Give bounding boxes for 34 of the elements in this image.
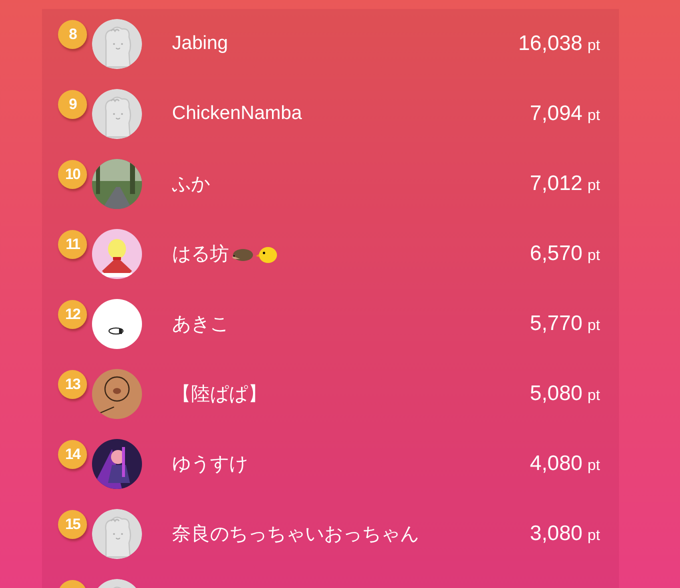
point-unit: pt [587,387,600,404]
point-unit: pt [587,107,600,124]
point-unit: pt [587,527,600,544]
hedgehog-icon [230,246,254,262]
point-value: 5,770 [530,312,582,336]
user-name: Jabing [172,33,228,55]
point-unit: pt [587,247,600,264]
point-unit: pt [587,457,600,474]
point-unit: pt [587,317,600,334]
user-name: ゆうすけ [172,453,248,477]
point-value: 7,012 [530,172,582,196]
user-name: 奈良のちっちゃいおっちゃん [172,523,419,547]
point-value: 5,080 [530,382,582,406]
user-name: あきこ [172,313,229,337]
user-name: はる坊 [172,243,229,267]
rank-badge: 9 [58,90,87,119]
point-value: 7,094 [530,102,582,126]
point-value: 4,080 [530,452,582,476]
point-value: 3,080 [530,522,582,546]
rank-badge: 10 [58,160,87,189]
rank-badge: 11 [58,230,87,259]
point-unit: pt [587,37,600,54]
rank-badge: 14 [58,440,87,469]
rank-badge: 13 [58,370,87,399]
point-value: 16,038 [518,32,582,56]
rank-badge: 8 [58,20,87,49]
rank-badge: 12 [58,300,87,329]
point-unit: pt [587,177,600,194]
point-value: 6,570 [530,242,582,266]
user-name: 【陸ぱぱ】 [172,383,267,407]
user-name: ChickenNamba [172,103,302,125]
rank-badge: 15 [58,510,87,539]
chick-icon [256,244,278,264]
user-name: ふか [172,173,210,197]
